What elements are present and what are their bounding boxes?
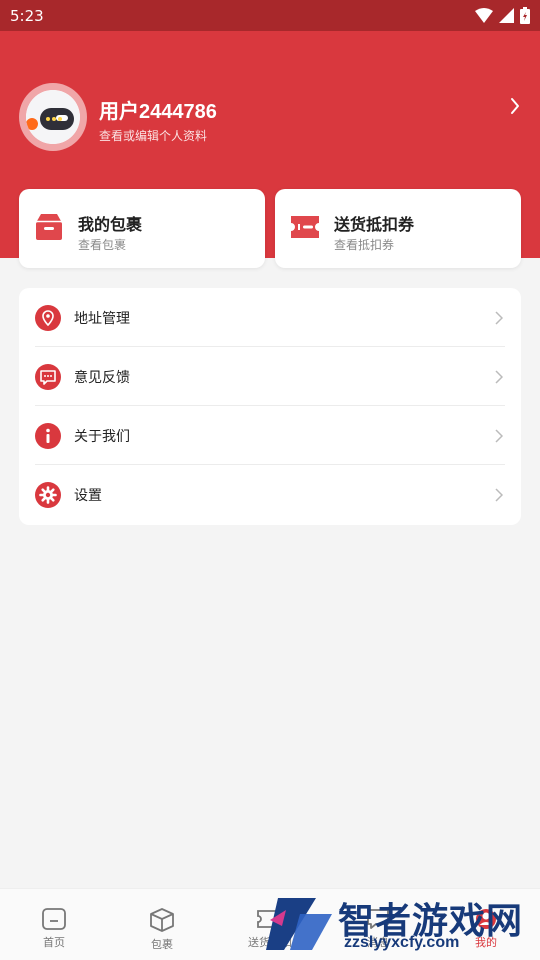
tab-package[interactable]: 包裹 [108, 889, 216, 960]
card-title: 我的包裹 [78, 217, 143, 234]
watermark: 智者游戏网 zzslyyxcfy.com [258, 888, 540, 960]
location-pin-icon [35, 304, 61, 331]
tab-home[interactable]: 首页 [0, 889, 108, 960]
menu-item-settings[interactable]: 设置 [19, 465, 521, 524]
menu-item-about[interactable]: 关于我们 [19, 406, 521, 465]
status-time: 5:23 [10, 6, 44, 25]
status-bar: 5:23 [0, 0, 540, 31]
tab-label: 首页 [43, 937, 65, 949]
card-subtitle: 查看包裹 [78, 238, 127, 252]
package-box-icon [36, 214, 62, 240]
info-icon [35, 422, 61, 449]
menu-label: 意见反馈 [74, 368, 130, 385]
delivery-coupon-card[interactable]: 送货抵扣券 查看抵扣券 [275, 189, 521, 268]
menu-label: 关于我们 [74, 427, 130, 444]
settings-menu: 地址管理 意见反馈 关于我们 设置 [19, 288, 521, 525]
tab-label: 包裹 [151, 939, 173, 951]
card-title: 送货抵扣券 [334, 217, 415, 234]
wifi-icon [475, 8, 493, 23]
avatar[interactable] [19, 83, 87, 151]
menu-label: 设置 [74, 486, 102, 503]
watermark-domain: zzslyyxcfy.com [344, 934, 460, 951]
battery-icon [520, 7, 530, 24]
chevron-right-icon [495, 310, 503, 325]
robot-avatar-icon [26, 90, 80, 144]
profile-subtitle: 查看或编辑个人资料 [99, 129, 208, 143]
coupon-ticket-icon [291, 216, 319, 238]
gear-icon [35, 481, 61, 508]
chevron-right-icon [495, 369, 503, 384]
menu-item-feedback[interactable]: 意见反馈 [19, 347, 521, 406]
home-icon [42, 908, 66, 930]
chevron-right-icon[interactable] [510, 97, 520, 115]
card-subtitle: 查看抵扣券 [334, 238, 395, 252]
feedback-message-icon [35, 363, 61, 390]
chevron-right-icon [495, 487, 503, 502]
watermark-logo-icon [266, 898, 332, 950]
my-packages-card[interactable]: 我的包裹 查看包裹 [19, 189, 265, 268]
username: 用户2444786 [99, 101, 217, 123]
menu-label: 地址管理 [74, 309, 130, 326]
menu-item-address[interactable]: 地址管理 [19, 288, 521, 347]
chevron-right-icon [495, 428, 503, 443]
status-icons [475, 7, 530, 24]
package-icon [150, 908, 174, 932]
signal-icon [499, 8, 514, 23]
